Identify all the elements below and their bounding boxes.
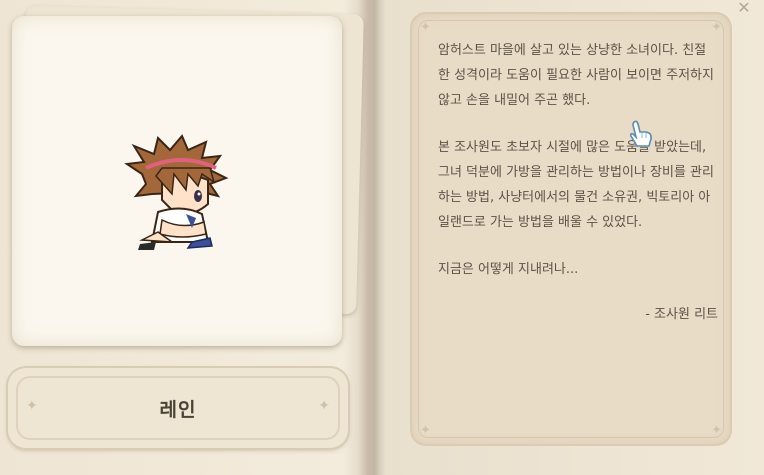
story-paragraph: 암허스트 마을에 살고 있는 상냥한 소녀이다. 친절한 성격이라 도움이 필요… (438, 43, 714, 108)
sparkle-icon: ✦ (26, 398, 38, 414)
portrait-card (12, 16, 342, 346)
sparkle-icon: ✦ (420, 423, 431, 438)
story-signature: - 조사원 리트 (645, 307, 718, 322)
sparkle-icon: ✦ (711, 20, 722, 35)
sparkle-icon: ✦ (318, 398, 330, 414)
character-name: 레인 (159, 398, 197, 421)
close-icon[interactable]: ✕ (734, 0, 754, 18)
sparkle-icon: ✦ (420, 20, 431, 35)
character-name-plate: ✦ ✦ 레인 (8, 368, 348, 448)
story-paragraph: 본 조사원도 초보자 시절에 많은 도움을 받았는데, 그녀 덕분에 가방을 관… (438, 140, 714, 230)
sparkle-icon: ✦ (711, 423, 722, 438)
story-paragraph: 지금은 어떻게 지내려나... (438, 262, 579, 277)
hand-cursor-icon (629, 120, 652, 147)
story-panel: ✦ ✦ ✦ ✦ 암허스트 마을에 살고 있는 상냥한 소녀이다. 친절한 성격이… (412, 14, 730, 444)
character-sprite (124, 134, 229, 250)
story-text: 암허스트 마을에 살고 있는 상냥한 소녀이다. 친절한 성격이라 도움이 필요… (438, 38, 718, 327)
